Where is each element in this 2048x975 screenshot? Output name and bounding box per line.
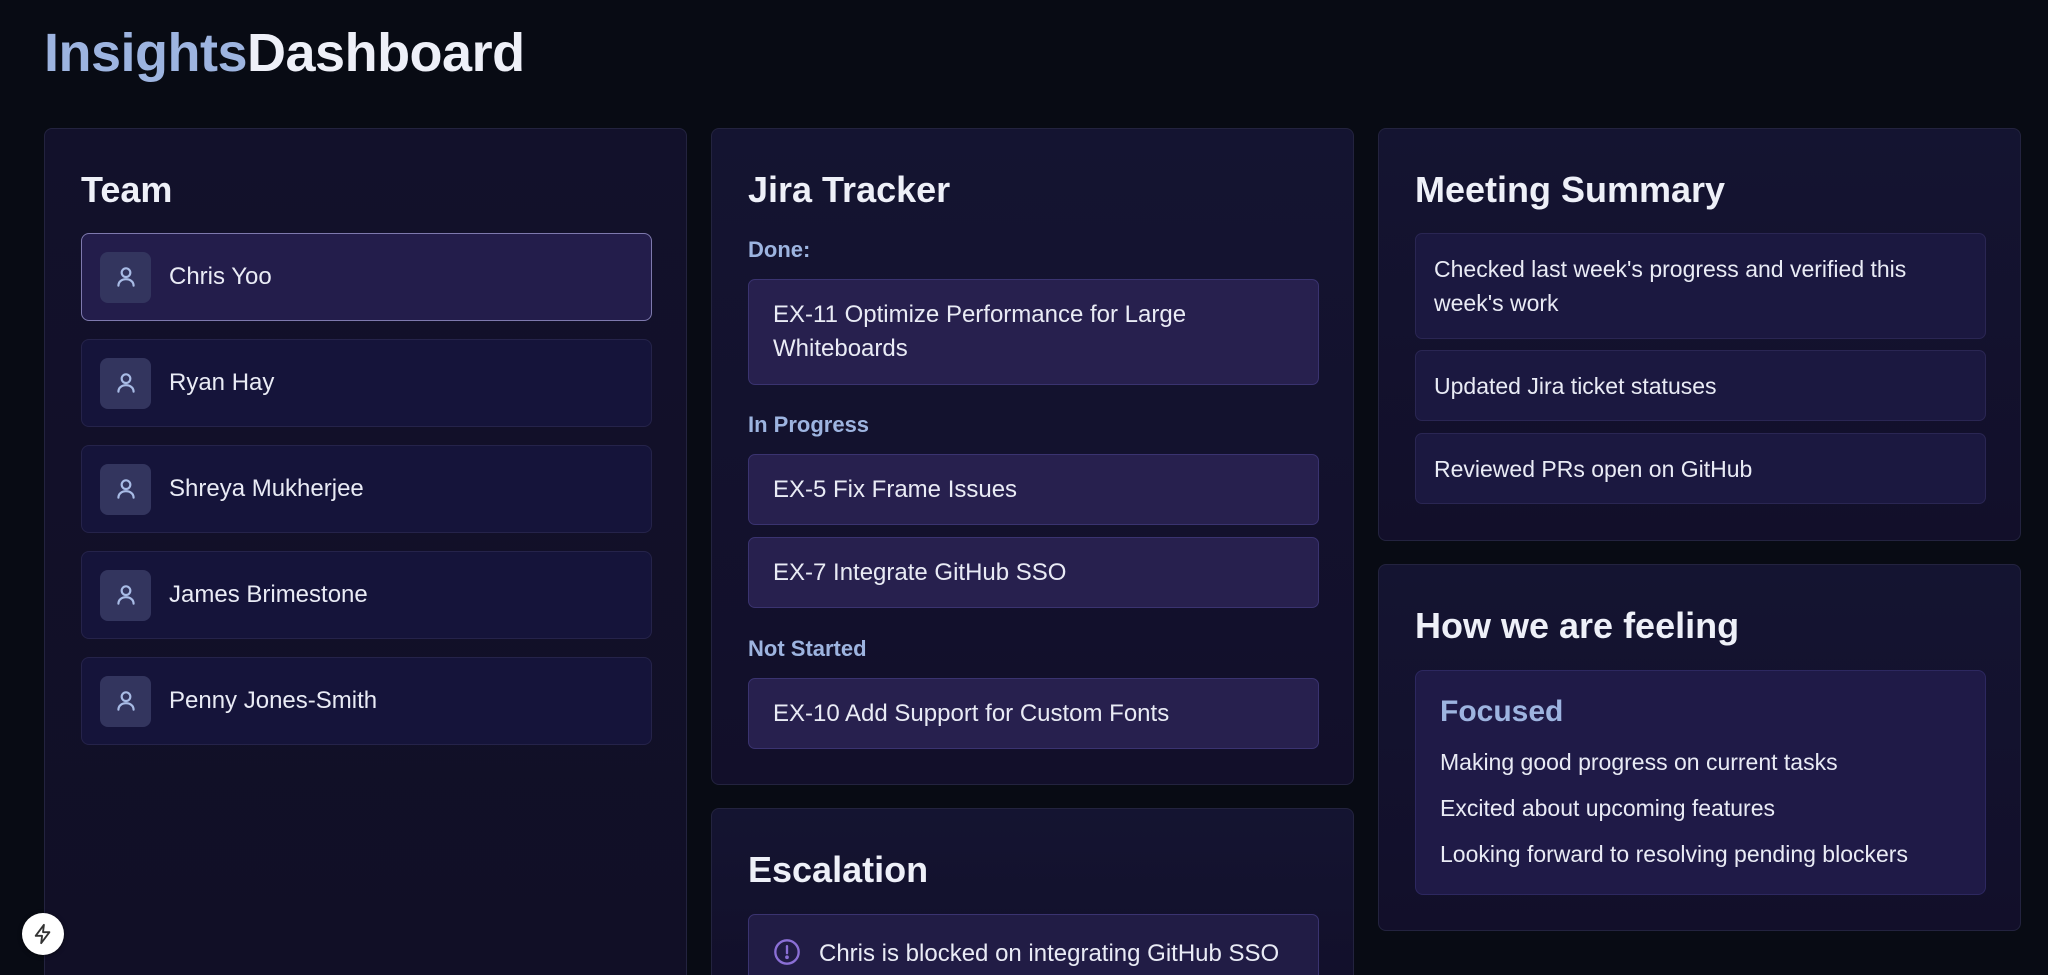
escalation-text: Chris is blocked on integrating GitHub S…: [819, 940, 1280, 967]
jira-tracker-card: Jira Tracker Done: EX-11 Optimize Perfor…: [711, 128, 1354, 785]
lightning-icon[interactable]: [22, 913, 64, 955]
mood-line: Making good progress on current tasks: [1440, 749, 1838, 775]
mood-line: Excited about upcoming features: [1440, 795, 1775, 821]
user-icon: [100, 569, 151, 621]
team-member-shreya-mukherjee[interactable]: Shreya Mukherjee: [81, 445, 652, 533]
jira-ticket[interactable]: EX-10 Add Support for Custom Fonts: [748, 678, 1319, 749]
jira-ticket-text: EX-10 Add Support for Custom Fonts: [773, 699, 1170, 727]
page-title-dashboard: Dashboard: [247, 23, 525, 83]
meeting-note-text: Reviewed PRs open on GitHub: [1434, 455, 1753, 482]
meeting-note: Updated Jira ticket statuses: [1415, 350, 1986, 421]
jira-ticket-text: EX-11 Optimize Performance for Large Whi…: [773, 301, 1187, 362]
escalation-title: Escalation: [748, 849, 929, 890]
team-mood-title: How we are feeling: [1415, 605, 1740, 646]
team-member-name: Shreya Mukherjee: [169, 475, 364, 502]
meeting-summary-card: Meeting Summary Checked last week's prog…: [1378, 128, 2021, 541]
team-member-name: Ryan Hay: [169, 369, 275, 396]
mood-box: Focused Making good progress on current …: [1415, 670, 1986, 895]
escalation-card: Escalation Chris is blocked on integrati…: [711, 808, 1354, 975]
user-icon: [100, 357, 151, 409]
team-member-penny-jones-smith[interactable]: Penny Jones-Smith: [81, 657, 652, 745]
team-member-name: Penny Jones-Smith: [169, 687, 378, 714]
team-member-ryan-hay[interactable]: Ryan Hay: [81, 339, 652, 427]
mood-label: Focused: [1440, 695, 1564, 728]
meeting-note-text: Checked last week's progress and verifie…: [1434, 256, 1907, 316]
alert-circle-icon: [773, 938, 801, 971]
team-member-name: Chris Yoo: [169, 263, 272, 290]
user-icon: [100, 463, 151, 515]
jira-ticket[interactable]: EX-7 Integrate GitHub SSO: [748, 537, 1319, 608]
team-title: Team: [81, 169, 173, 210]
user-icon: [100, 251, 151, 303]
meeting-note: Reviewed PRs open on GitHub: [1415, 433, 1986, 504]
user-icon: [100, 675, 151, 727]
done-label: Done:: [748, 237, 811, 262]
page-title: InsightsDashboard: [44, 22, 525, 84]
team-mood-card: How we are feeling Focused Making good p…: [1378, 564, 2021, 931]
escalation-item[interactable]: Chris is blocked on integrating GitHub S…: [748, 914, 1319, 975]
page-title-insights: Insights: [44, 23, 248, 83]
jira-ticket[interactable]: EX-5 Fix Frame Issues: [748, 454, 1319, 525]
not-started-label: Not Started: [748, 636, 867, 661]
meeting-note: Checked last week's progress and verifie…: [1415, 233, 1986, 339]
in-progress-label: In Progress: [748, 412, 870, 437]
jira-ticket-text: EX-5 Fix Frame Issues: [773, 475, 1018, 503]
mood-line: Looking forward to resolving pending blo…: [1440, 841, 1908, 867]
meeting-note-text: Updated Jira ticket statuses: [1434, 372, 1717, 399]
jira-ticket[interactable]: EX-11 Optimize Performance for Large Whi…: [748, 279, 1319, 385]
meeting-summary-title: Meeting Summary: [1415, 169, 1726, 210]
team-member-chris-yoo[interactable]: Chris Yoo: [81, 233, 652, 321]
team-card: Team Chris Yoo Ryan Hay Shreya Mukherjee…: [44, 128, 687, 975]
team-member-james-brimestone[interactable]: James Brimestone: [81, 551, 652, 639]
jira-tracker-title: Jira Tracker: [748, 169, 951, 210]
team-member-name: James Brimestone: [169, 581, 368, 608]
jira-ticket-text: EX-7 Integrate GitHub SSO: [773, 558, 1067, 586]
